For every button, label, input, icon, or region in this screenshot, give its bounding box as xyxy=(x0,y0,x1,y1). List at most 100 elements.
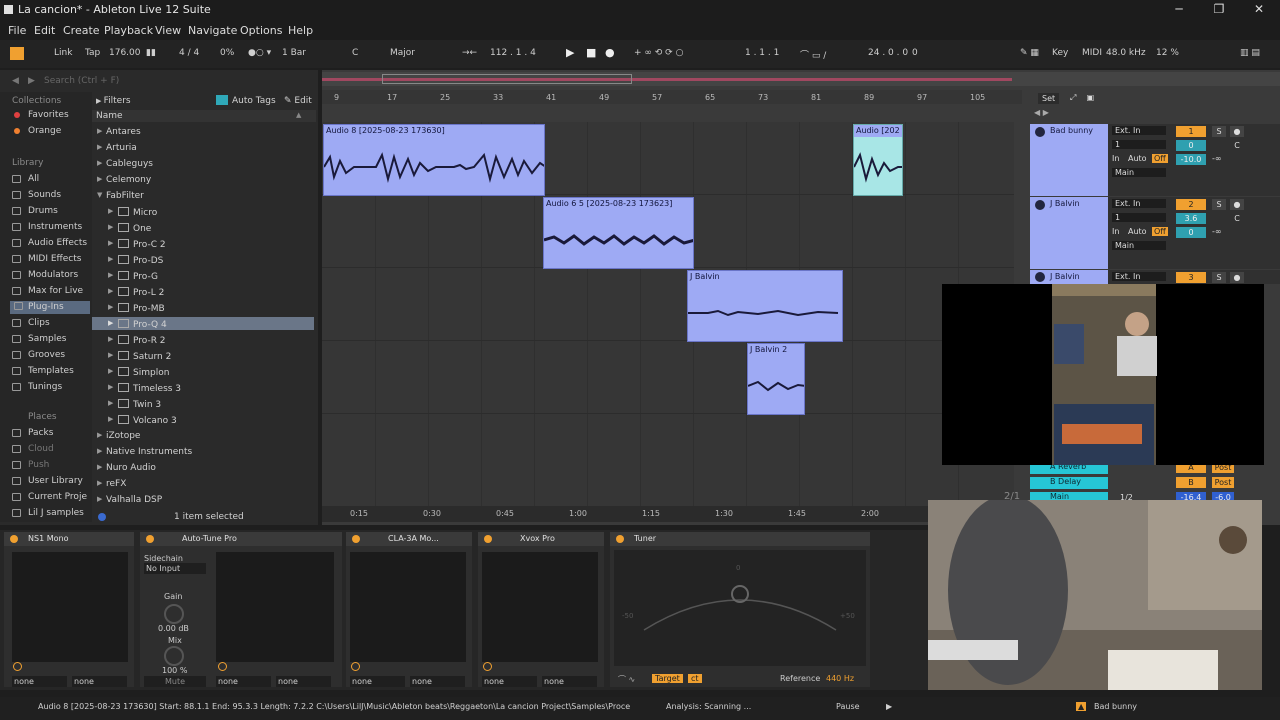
song-position[interactable]: 112 . 1 . 4 xyxy=(490,48,536,58)
time-ruler[interactable]: 0:15 0:30 0:45 1:00 1:15 1:30 1:45 2:00 xyxy=(322,506,1022,522)
tap-button[interactable]: Tap xyxy=(85,48,100,58)
fold-icon[interactable] xyxy=(1035,272,1045,282)
monitor-auto-button[interactable]: Auto xyxy=(1128,154,1147,163)
scroll-arrows-icon[interactable]: ◀ ▶ xyxy=(1034,108,1049,117)
library-tunings[interactable]: Tunings xyxy=(12,382,62,392)
quantize-select[interactable]: 1 Bar xyxy=(282,48,306,58)
library-modulators[interactable]: Modulators xyxy=(12,270,78,280)
key-map-button[interactable]: Key xyxy=(1052,48,1068,58)
track-number[interactable]: 2 xyxy=(1176,199,1206,210)
metronome-bars-icon[interactable]: ▮▮ xyxy=(146,48,156,58)
io-left-select[interactable]: none xyxy=(482,676,537,687)
device-power-icon[interactable] xyxy=(352,535,360,543)
audio-clip[interactable]: Audio 6 5 [2025-08-23 173623] xyxy=(543,197,694,269)
input-channel-select[interactable]: 1 xyxy=(1112,140,1166,149)
monitor-in-button[interactable]: In xyxy=(1112,154,1119,163)
vendor-arturia[interactable]: ▶ Arturia xyxy=(97,143,137,153)
fold-icon[interactable] xyxy=(1035,200,1045,210)
plugin-item[interactable]: ▶ Timeless 3 xyxy=(108,383,181,394)
plugin-item[interactable]: ▶ Pro-C 2 xyxy=(108,239,166,250)
device-xvox-pro[interactable]: Xvox Pro none none xyxy=(478,532,604,687)
vendor-cableguys[interactable]: ▶ Cableguys xyxy=(97,159,153,169)
device-cla-3a[interactable]: CLA-3A Mo... none none xyxy=(346,532,472,687)
browser-search-input[interactable]: Search (Ctrl + F) xyxy=(44,76,119,86)
monitor-off-button[interactable]: Off xyxy=(1152,227,1168,236)
io-left-select[interactable]: none xyxy=(216,676,271,687)
overdub-icon[interactable]: + ∞ ⟲ ⟳ ○ xyxy=(634,48,683,58)
menu-create[interactable]: Create xyxy=(63,24,100,37)
link-button[interactable]: Link xyxy=(54,48,72,58)
return-letter[interactable]: B xyxy=(1176,477,1206,488)
io-right-select[interactable]: none xyxy=(276,676,331,687)
close-button[interactable]: ✕ xyxy=(1252,2,1266,16)
sidechain-select[interactable]: No Input xyxy=(144,563,206,574)
audio-clip[interactable]: Audio 8 [2025-08-23 173630] xyxy=(323,124,545,196)
view-toggle-icon[interactable] xyxy=(10,47,24,60)
library-grooves[interactable]: Grooves xyxy=(12,350,65,360)
device-tuner[interactable]: Tuner 0 -50 +50 ⌒ ∿ Target ct Reference … xyxy=(610,532,870,687)
track-volume[interactable]: 3.6 xyxy=(1176,213,1206,224)
filters-toggle[interactable]: ▶ Filters xyxy=(96,96,131,106)
cents-button[interactable]: ct xyxy=(688,674,702,683)
vendor-native-instruments[interactable]: ▶ Native Instruments xyxy=(97,447,192,457)
menu-playback[interactable]: Playback xyxy=(104,24,153,37)
place-current-project[interactable]: Current Proje xyxy=(12,492,87,502)
plugin-item[interactable]: ▶ Pro-L 2 xyxy=(108,287,164,298)
device-auto-tune-pro[interactable]: Auto-Tune Pro Sidechain No Input Gain 0.… xyxy=(140,532,342,687)
play-button[interactable]: ▶ xyxy=(566,46,574,59)
place-push[interactable]: Push xyxy=(12,460,49,470)
plugin-item[interactable]: ▶ Pro-DS xyxy=(108,255,163,266)
device-power-icon[interactable] xyxy=(616,535,624,543)
monitor-off-button[interactable]: Off xyxy=(1152,154,1168,163)
vendor-fabfilter[interactable]: ▼ FabFilter xyxy=(97,191,144,201)
preview-icon[interactable] xyxy=(98,513,106,521)
place-lil-j-samples[interactable]: Lil J samples xyxy=(12,508,84,518)
solo-button[interactable]: S xyxy=(1212,126,1226,137)
input-channel-select[interactable]: 1 xyxy=(1112,213,1166,222)
track-header-bad-bunny[interactable]: Bad bunny Ext. In 1 In Auto Off Main 1 S… xyxy=(1030,124,1280,196)
track-number[interactable]: 3 xyxy=(1176,272,1206,283)
loop-length[interactable]: 24 . 0 . 0 xyxy=(868,48,908,58)
play-status-icon[interactable]: ▶ xyxy=(886,702,892,711)
library-instruments[interactable]: Instruments xyxy=(12,222,82,232)
vendor-antares[interactable]: ▶ Antares xyxy=(97,127,141,137)
macro-knob-icon[interactable] xyxy=(218,662,227,671)
plugin-item[interactable]: ▶ Pro-R 2 xyxy=(108,335,166,346)
menu-file[interactable]: File xyxy=(8,24,26,37)
vendor-izotope[interactable]: ▶ iZotope xyxy=(97,431,140,441)
input-type-select[interactable]: Ext. In xyxy=(1112,272,1166,281)
set-locator-button[interactable]: Set xyxy=(1038,93,1060,104)
library-max-for-live[interactable]: Max for Live xyxy=(12,286,83,296)
draw-mode-icon[interactable]: ✎ ▦ xyxy=(1020,48,1039,58)
send-a[interactable]: 0 xyxy=(1176,227,1206,238)
plugin-item-selected[interactable]: ▶ Pro-Q 4 xyxy=(108,319,167,330)
vendor-nuro-audio[interactable]: ▶ Nuro Audio xyxy=(97,463,156,473)
post-button[interactable]: Post xyxy=(1212,477,1234,488)
vendor-celemony[interactable]: ▶ Celemony xyxy=(97,175,151,185)
menu-options[interactable]: Options xyxy=(240,24,282,37)
target-button[interactable]: Target xyxy=(652,674,683,683)
track-name-j-balvin-2[interactable]: J Balvin xyxy=(1030,270,1108,284)
loop-switch-icon[interactable]: ⌒ ▭ ∕ xyxy=(800,48,826,61)
vendor-refx[interactable]: ▶ reFX xyxy=(97,479,126,489)
minimize-button[interactable]: ─ xyxy=(1172,2,1186,16)
place-cloud[interactable]: Cloud xyxy=(12,444,54,454)
library-sounds[interactable]: Sounds xyxy=(12,190,61,200)
monitor-in-button[interactable]: In xyxy=(1112,227,1119,236)
library-all[interactable]: All xyxy=(12,174,39,184)
plugin-item[interactable]: ▶ One xyxy=(108,223,151,234)
library-audio-effects[interactable]: Audio Effects xyxy=(12,238,87,248)
auto-tags-button[interactable]: Auto Tags xyxy=(232,96,276,106)
audio-clip[interactable]: J Balvin 2 xyxy=(747,343,805,415)
time-signature[interactable]: 4 / 4 xyxy=(179,48,199,58)
plugin-item[interactable]: ▶ Simplon xyxy=(108,367,169,378)
library-templates[interactable]: Templates xyxy=(12,366,74,376)
library-midi-effects[interactable]: MIDI Effects xyxy=(12,254,81,264)
beat-ruler[interactable]: 9 17 25 33 41 49 57 65 73 81 89 97 105 xyxy=(322,90,1022,104)
gain-knob[interactable] xyxy=(164,604,184,624)
io-left-select[interactable]: none xyxy=(12,676,67,687)
arrangement-overview[interactable] xyxy=(322,72,1280,86)
menu-navigate[interactable]: Navigate xyxy=(188,24,237,37)
plugin-item[interactable]: ▶ Pro-G xyxy=(108,271,158,282)
record-button[interactable]: ● xyxy=(605,46,615,59)
